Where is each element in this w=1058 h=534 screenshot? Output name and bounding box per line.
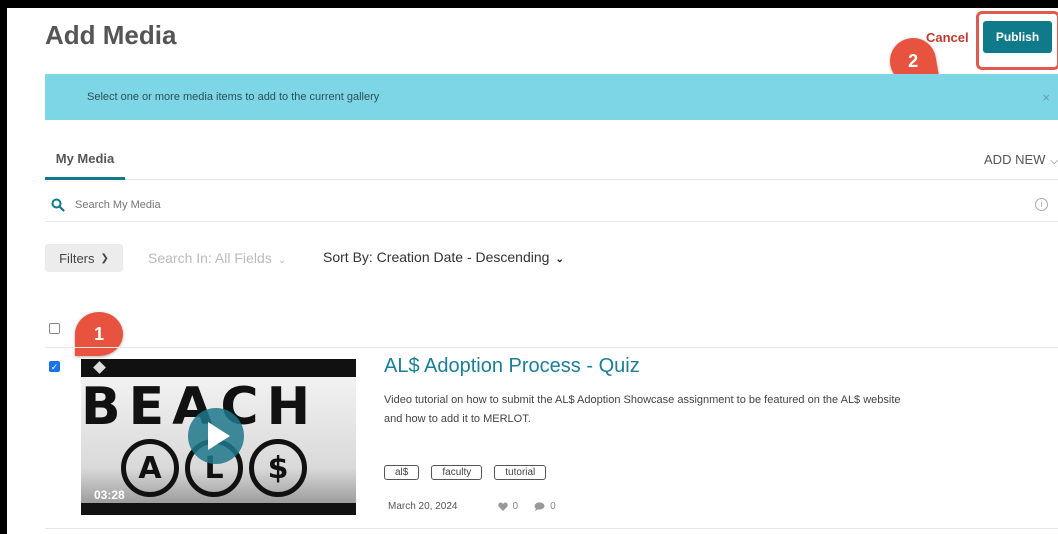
- thumbnail-bottom-bar: [81, 503, 356, 515]
- search-in-dropdown[interactable]: Search In: All Fields ⌄: [148, 250, 286, 266]
- comments-count: 0: [534, 501, 556, 512]
- sort-by-dropdown[interactable]: Sort By: Creation Date - Descending ⌄: [323, 249, 564, 265]
- media-item-checkbox[interactable]: ✓: [49, 361, 60, 372]
- publish-button[interactable]: Publish: [983, 21, 1052, 53]
- play-icon[interactable]: [188, 408, 244, 464]
- comments-value: 0: [550, 501, 556, 512]
- chevron-down-icon: ⌄: [555, 254, 564, 265]
- search-icon: [51, 198, 65, 212]
- add-new-label: ADD NEW: [984, 152, 1046, 167]
- filters-label: Filters: [59, 250, 95, 266]
- cancel-button[interactable]: Cancel: [926, 30, 969, 45]
- add-new-dropdown[interactable]: ADD NEW ⌵: [984, 152, 1058, 167]
- tag-list: al$ faculty tutorial: [384, 465, 547, 480]
- chevron-down-icon: ⌄: [277, 255, 287, 266]
- step-1-number: 1: [93, 323, 104, 344]
- search-input[interactable]: [75, 198, 675, 211]
- tab-bar: My Media ADD NEW ⌵: [45, 140, 1058, 180]
- media-item-title[interactable]: AL$ Adoption Process - Quiz: [384, 355, 640, 378]
- info-banner: Select one or more media items to add to…: [45, 74, 1058, 120]
- tag-item[interactable]: tutorial: [494, 465, 547, 480]
- comment-icon: [534, 502, 545, 511]
- media-thumbnail[interactable]: BEACH A L $ 03:28: [81, 359, 356, 515]
- banner-message: Select one or more media items to add to…: [87, 91, 380, 103]
- divider: [45, 347, 1058, 348]
- filters-button[interactable]: Filters ❯: [45, 244, 123, 272]
- chevron-down-icon: ⌵: [1050, 156, 1058, 167]
- search-in-label: Search In: All Fields: [148, 250, 272, 266]
- sort-by-label: Sort By: Creation Date - Descending: [323, 249, 550, 265]
- media-item-description: Video tutorial on how to submit the AL$ …: [384, 394, 901, 425]
- heart-icon: [497, 502, 508, 511]
- likes-count: 0: [497, 501, 519, 512]
- step-2-number: 2: [907, 50, 919, 71]
- chevron-right-icon: ❯: [100, 252, 109, 264]
- divider: [45, 528, 1058, 529]
- likes-value: 0: [512, 501, 519, 512]
- select-all-checkbox[interactable]: [49, 323, 60, 334]
- thumbnail-top-bar: [81, 359, 356, 377]
- step-1-marker: 1: [75, 312, 123, 356]
- thumbnail-letter: A: [121, 439, 179, 497]
- page-title: Add Media: [45, 20, 177, 50]
- close-icon[interactable]: ×: [1042, 90, 1050, 105]
- app-window: Add Media Cancel Publish 2 Select one or…: [7, 8, 1058, 534]
- info-icon[interactable]: i: [1035, 198, 1048, 211]
- tag-item[interactable]: faculty: [431, 465, 483, 480]
- tab-my-media[interactable]: My Media: [45, 140, 125, 180]
- media-meta: March 20, 2024 0 0: [388, 501, 556, 512]
- duration-label: 03:28: [94, 488, 125, 502]
- thumbnail-letter: $: [249, 439, 307, 497]
- media-date: March 20, 2024: [388, 501, 458, 512]
- tag-item[interactable]: al$: [384, 465, 420, 480]
- search-bar: i: [45, 188, 1058, 222]
